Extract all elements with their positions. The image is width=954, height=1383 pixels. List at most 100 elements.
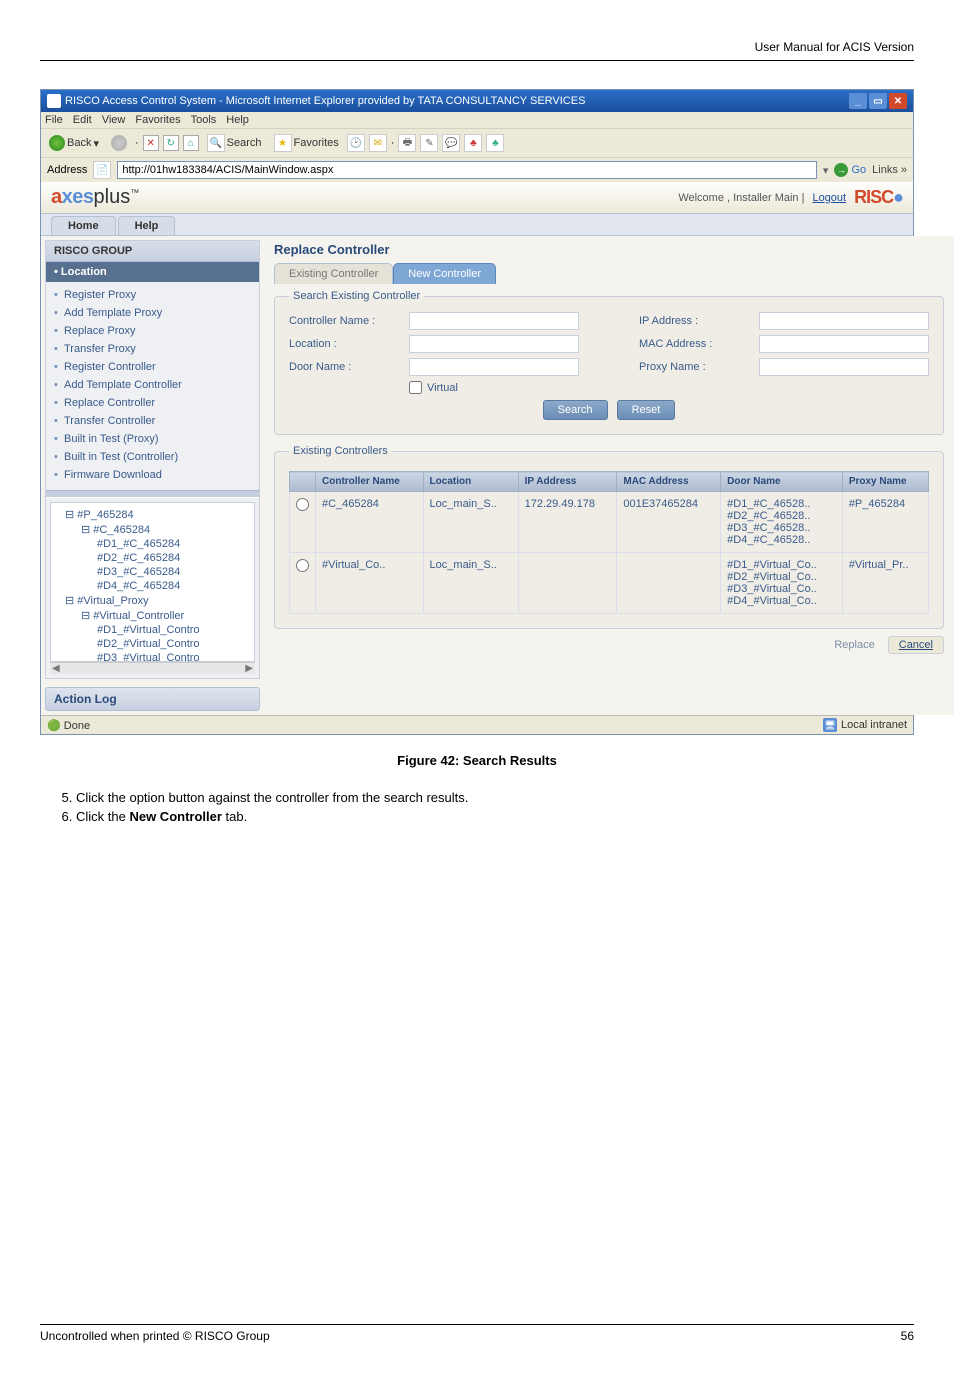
instruction-list: Click the option button against the cont… bbox=[76, 790, 914, 824]
tree-node[interactable]: ⊟ #P_465284 bbox=[55, 507, 250, 522]
header-rule bbox=[40, 60, 914, 61]
tree-node[interactable]: ⊟ #C_465284 bbox=[55, 522, 250, 537]
menu-favorites[interactable]: Favorites bbox=[135, 114, 180, 126]
location-input[interactable] bbox=[409, 335, 579, 353]
sidebar-item-firmware-download[interactable]: Firmware Download bbox=[46, 466, 259, 484]
intranet-icon: 🖥 bbox=[823, 718, 837, 732]
tree-node[interactable]: #D2_#C_465284 bbox=[55, 551, 250, 565]
controller-name-label: Controller Name : bbox=[289, 315, 399, 327]
tool-icon[interactable]: ♣ bbox=[464, 134, 482, 152]
print-icon[interactable]: 🖶 bbox=[398, 134, 416, 152]
tool2-icon[interactable]: ♣ bbox=[486, 134, 504, 152]
controller-name-input[interactable] bbox=[409, 312, 579, 330]
step-5: Click the option button against the cont… bbox=[76, 790, 914, 805]
results-table: Controller Name Location IP Address MAC … bbox=[289, 471, 929, 614]
virtual-checkbox[interactable] bbox=[409, 381, 422, 394]
favorites-button[interactable]: ★Favorites bbox=[270, 132, 343, 154]
tab-home[interactable]: Home bbox=[51, 216, 116, 235]
address-label: Address bbox=[47, 164, 87, 176]
page-icon: 📄 bbox=[93, 161, 111, 179]
sidebar-item-transfer-controller[interactable]: Transfer Controller bbox=[46, 412, 259, 430]
back-button[interactable]: Back ▾ bbox=[45, 133, 103, 153]
forward-button[interactable] bbox=[107, 133, 131, 153]
tree-node[interactable]: #D4_#C_465284 bbox=[55, 579, 250, 593]
mail-icon[interactable]: ✉ bbox=[369, 134, 387, 152]
tree-node[interactable]: ⊟ #Virtual_Proxy bbox=[55, 593, 250, 608]
tab-help[interactable]: Help bbox=[118, 216, 176, 235]
tree-node[interactable]: #D1_#C_465284 bbox=[55, 537, 250, 551]
sidebar-item-add-template-proxy[interactable]: Add Template Proxy bbox=[46, 304, 259, 322]
status-done: 🟢 Done bbox=[47, 719, 90, 732]
row-radio[interactable] bbox=[296, 559, 309, 572]
app-header: axesplus™ Welcome , Installer Main | Log… bbox=[41, 182, 913, 214]
menu-help[interactable]: Help bbox=[226, 114, 249, 126]
tab-existing-controller[interactable]: Existing Controller bbox=[274, 263, 393, 284]
forward-icon bbox=[111, 135, 127, 151]
history-icon[interactable]: 🕑 bbox=[347, 134, 365, 152]
maximize-icon[interactable]: ▭ bbox=[869, 93, 887, 109]
proxy-input[interactable] bbox=[759, 358, 929, 376]
discuss-icon[interactable]: 💬 bbox=[442, 134, 460, 152]
col-controller-name: Controller Name bbox=[316, 472, 424, 492]
sidebar-item-register-controller[interactable]: Register Controller bbox=[46, 358, 259, 376]
links-label[interactable]: Links » bbox=[872, 164, 907, 176]
sidebar-item-transfer-proxy[interactable]: Transfer Proxy bbox=[46, 340, 259, 358]
cancel-button[interactable]: Cancel bbox=[888, 636, 944, 654]
sidebar-item-bit-controller[interactable]: Built in Test (Controller) bbox=[46, 448, 259, 466]
action-log-button[interactable]: Action Log bbox=[45, 687, 260, 711]
sidebar-item-add-template-controller[interactable]: Add Template Controller bbox=[46, 376, 259, 394]
refresh-icon[interactable]: ↻ bbox=[163, 135, 179, 151]
cell-location: Loc_main_S.. bbox=[423, 553, 518, 614]
menu-tools[interactable]: Tools bbox=[191, 114, 217, 126]
cell-doors: #D1_#Virtual_Co.. #D2_#Virtual_Co.. #D3_… bbox=[721, 553, 843, 614]
tree-node[interactable]: #D1_#Virtual_Contro bbox=[55, 623, 250, 637]
back-icon bbox=[49, 135, 65, 151]
row-radio[interactable] bbox=[296, 498, 309, 511]
sidebar-item-register-proxy[interactable]: Register Proxy bbox=[46, 286, 259, 304]
sidebar-tree[interactable]: ⊟ #P_465284 ⊟ #C_465284 #D1_#C_465284 #D… bbox=[50, 502, 255, 662]
close-icon[interactable]: ✕ bbox=[889, 93, 907, 109]
col-mac: MAC Address bbox=[617, 472, 721, 492]
tab-new-controller[interactable]: New Controller bbox=[393, 263, 496, 284]
menu-edit[interactable]: Edit bbox=[73, 114, 92, 126]
statusbar: 🟢 Done 🖥Local intranet bbox=[41, 715, 913, 734]
door-name-input[interactable] bbox=[409, 358, 579, 376]
menu-view[interactable]: View bbox=[102, 114, 126, 126]
address-input[interactable] bbox=[117, 161, 817, 179]
edit-icon[interactable]: ✎ bbox=[420, 134, 438, 152]
mac-label: MAC Address : bbox=[639, 338, 749, 350]
cell-proxy: #P_465284 bbox=[842, 492, 928, 553]
brand-logo: axesplus™ bbox=[51, 186, 139, 209]
tree-node[interactable]: ⊟ #Virtual_Controller bbox=[55, 608, 250, 623]
search-button[interactable]: 🔍Search bbox=[203, 132, 266, 154]
stop-icon[interactable]: ✕ bbox=[143, 135, 159, 151]
tree-node[interactable]: #D3_#Virtual_Contro bbox=[55, 651, 250, 662]
menubar: File Edit View Favorites Tools Help bbox=[41, 112, 913, 128]
logout-link[interactable]: Logout bbox=[812, 192, 846, 204]
search-legend: Search Existing Controller bbox=[289, 290, 424, 302]
col-ip: IP Address bbox=[518, 472, 617, 492]
home-icon[interactable]: ⌂ bbox=[183, 135, 199, 151]
ip-input[interactable] bbox=[759, 312, 929, 330]
sidebar-menu: Register Proxy Add Template Proxy Replac… bbox=[46, 282, 259, 490]
footer-left: Uncontrolled when printed © RISCO Group bbox=[40, 1329, 270, 1343]
location-label: Location : bbox=[289, 338, 399, 350]
sidebar-item-replace-controller[interactable]: Replace Controller bbox=[46, 394, 259, 412]
search-button[interactable]: Search bbox=[543, 400, 608, 420]
col-radio bbox=[290, 472, 316, 492]
sidebar-section-location[interactable]: • Location bbox=[46, 262, 259, 282]
menu-file[interactable]: File bbox=[45, 114, 63, 126]
sidebar-item-bit-proxy[interactable]: Built in Test (Proxy) bbox=[46, 430, 259, 448]
tree-scrollbar[interactable]: ◀▶ bbox=[50, 662, 255, 674]
door-name-label: Door Name : bbox=[289, 361, 399, 373]
tree-node[interactable]: #D2_#Virtual_Contro bbox=[55, 637, 250, 651]
sidebar-item-replace-proxy[interactable]: Replace Proxy bbox=[46, 322, 259, 340]
minimize-icon[interactable]: _ bbox=[849, 93, 867, 109]
mac-input[interactable] bbox=[759, 335, 929, 353]
tree-node[interactable]: #D3_#C_465284 bbox=[55, 565, 250, 579]
go-button[interactable]: →Go bbox=[834, 163, 866, 177]
cell-ip bbox=[518, 553, 617, 614]
replace-button[interactable]: Replace bbox=[834, 639, 874, 651]
reset-button[interactable]: Reset bbox=[617, 400, 676, 420]
risco-logo: RISC● bbox=[854, 187, 903, 208]
